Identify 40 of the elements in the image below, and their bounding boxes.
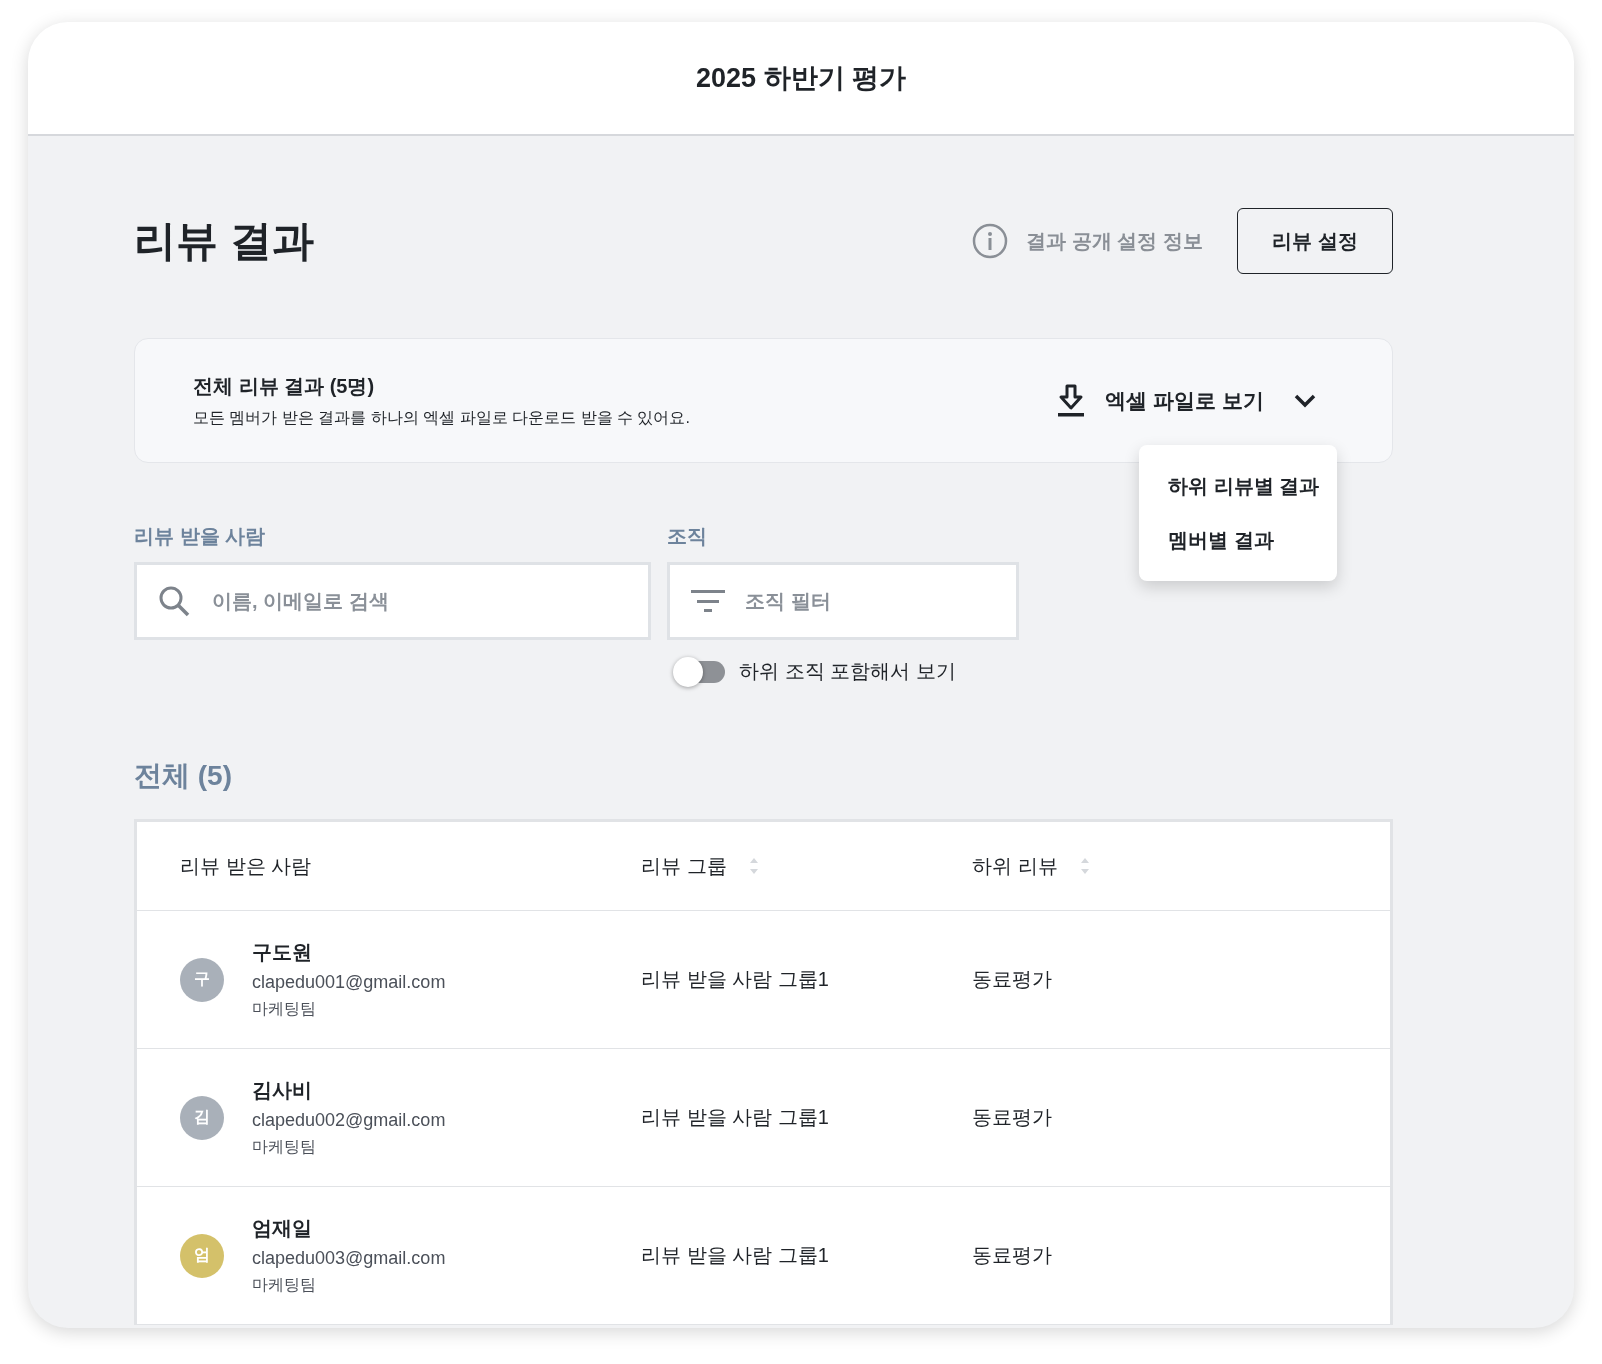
- filter-icon: [691, 589, 725, 613]
- excel-view-button[interactable]: 엑셀 파일로 보기: [1105, 386, 1264, 415]
- field-label: 리뷰 받을 사람: [134, 524, 267, 549]
- search-field[interactable]: 이름, 이메일로 검색: [134, 562, 651, 640]
- review-settings-button[interactable]: 리뷰 설정: [1237, 208, 1393, 274]
- person-email: clapedu003@gmail.com: [252, 1248, 446, 1269]
- table-cell-text: 동료평가: [972, 1243, 1052, 1268]
- menu-item[interactable]: 멤버별 결과: [1168, 513, 1337, 567]
- person-email: clapedu002@gmail.com: [252, 1110, 446, 1131]
- table-cell-text: 리뷰 받을 사람 그룹1: [641, 1243, 829, 1268]
- list-heading: 전체 (5): [134, 759, 233, 793]
- person-team: 마케팅팀: [252, 1137, 317, 1157]
- avatar: 엄: [180, 1233, 224, 1278]
- table-cell-text: 동료평가: [972, 967, 1052, 992]
- window-title: 2025 하반기 평가: [695, 62, 907, 95]
- person-team: 마케팅팀: [252, 1275, 317, 1295]
- download-icon[interactable]: [1057, 383, 1086, 418]
- person-name: 엄재일: [252, 1216, 313, 1241]
- person-name: 김사비: [252, 1078, 313, 1103]
- menu-item[interactable]: 하위 리뷰별 결과: [1168, 459, 1337, 513]
- field-label: 조직: [667, 524, 708, 549]
- column-header: 리뷰 그룹: [641, 853, 727, 879]
- person-team: 마케팅팀: [252, 999, 317, 1019]
- person-name: 구도원: [252, 940, 313, 965]
- person-email: clapedu001@gmail.com: [252, 972, 446, 993]
- column-header: 하위 리뷰: [972, 853, 1058, 879]
- page-title: 리뷰 결과: [134, 216, 315, 266]
- avatar: 김: [180, 1095, 224, 1140]
- chevron-down-icon[interactable]: [1294, 393, 1316, 408]
- toggle-label: 하위 조직 포함해서 보기: [739, 659, 956, 684]
- table-cell-text: 리뷰 받을 사람 그룹1: [641, 967, 829, 992]
- summary-title: 전체 리뷰 결과 (5명): [193, 373, 376, 399]
- avatar: 구: [180, 957, 224, 1002]
- info-icon[interactable]: [972, 223, 1009, 259]
- column-header: 리뷰 받은 사람: [180, 853, 312, 879]
- org-filter-field[interactable]: 조직 필터: [667, 562, 1019, 640]
- search-icon: [158, 585, 190, 617]
- table-cell-text: 리뷰 받을 사람 그룹1: [641, 1105, 829, 1130]
- table-cell-text: 동료평가: [972, 1105, 1052, 1130]
- summary-description: 모든 멤버가 받은 결과를 하나의 엑셀 파일로 다운로드 받을 수 있어요.: [193, 407, 691, 428]
